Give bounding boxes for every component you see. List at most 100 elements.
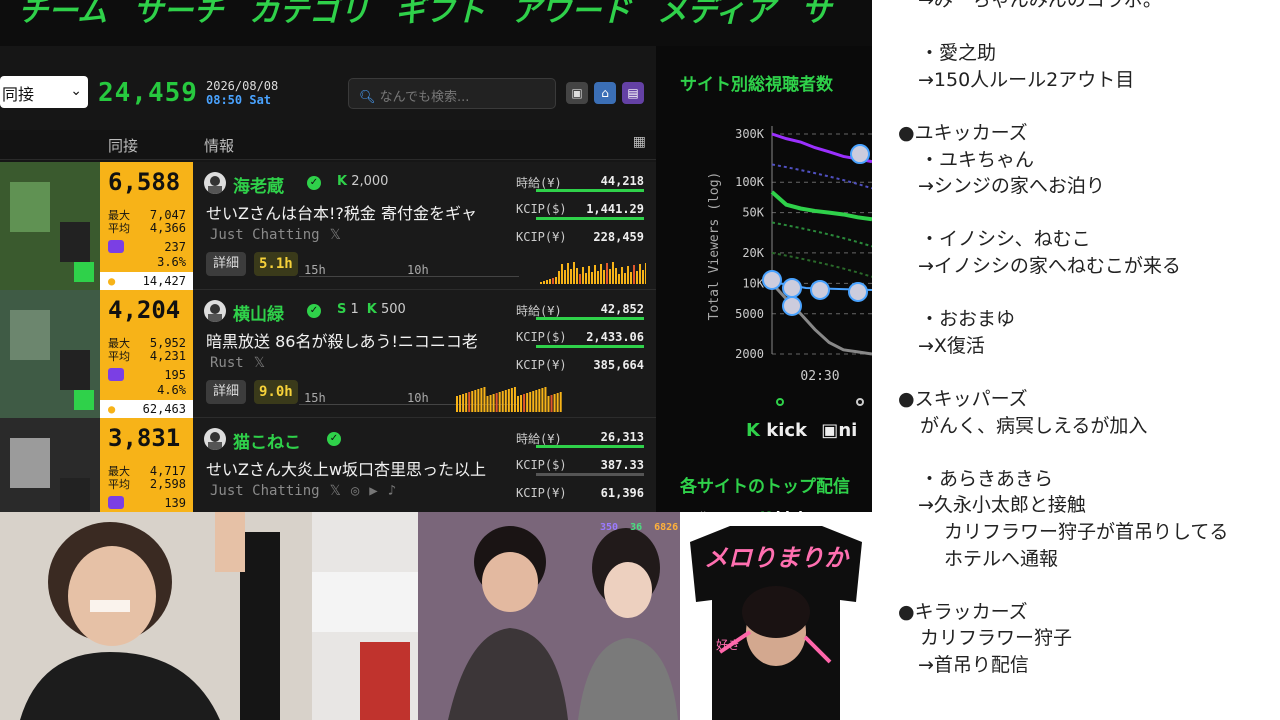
histogram-bar — [486, 396, 489, 412]
stream-title[interactable]: せいZさんは台本!?税金 寄付金をギャ — [206, 200, 506, 224]
instagram-icon[interactable]: ◎ — [351, 483, 359, 499]
kcip-jpy-label: KCIP(¥) — [516, 230, 567, 244]
streamer-name[interactable]: 海老蔵 — [233, 172, 284, 197]
streamer-avatar-marker[interactable] — [782, 295, 802, 316]
chart-legend: K kick ▣ni — [746, 420, 857, 441]
table-row[interactable]: 4,204 最大 5,952 平均 4,231 195 4.6% ● 62,463 横山緑 ✓ S 1… — [0, 290, 656, 418]
niconico-icon[interactable]: ▣ — [566, 82, 588, 104]
stat-3: 6826 — [654, 522, 679, 533]
badges: ✓ — [327, 430, 349, 446]
x-icon[interactable]: 𝕏 — [330, 483, 341, 499]
note-line: →X復活 — [918, 334, 985, 357]
avatar[interactable] — [204, 172, 226, 194]
stream-title[interactable]: せいZさん大炎上w坂口杏里思った以上 — [206, 456, 506, 480]
max-label: 最大 — [108, 465, 130, 478]
streamer-avatar-marker[interactable] — [848, 281, 868, 302]
nav-item[interactable]: サ — [801, 0, 831, 30]
avatar[interactable] — [204, 428, 226, 450]
date-text: 2026/08/08 — [206, 79, 279, 93]
streamer-name[interactable]: 猫こねこ — [233, 428, 301, 453]
x-icon[interactable]: 𝕏 — [254, 355, 265, 371]
twitch-icon[interactable]: ▤ — [622, 82, 644, 104]
chat-icon — [108, 368, 124, 381]
histogram-bar — [468, 392, 471, 412]
avatar[interactable] — [204, 300, 226, 322]
histogram-bar — [552, 278, 554, 284]
viewer-stats: 6,588 最大 7,047 平均 4,366 237 3.6% ● 14,427 — [100, 162, 193, 290]
streamer-avatar-marker[interactable] — [782, 277, 802, 298]
youtube-icon[interactable]: ▶ — [369, 483, 377, 499]
legend-marker — [776, 398, 784, 406]
stream-ranking-app: チーム サーチ カテゴリ ギフト アワード メディアサ 同接 ⌄ 24,459 2026/0… — [0, 0, 872, 720]
y-tick-label: 20K — [742, 246, 764, 260]
nav-item[interactable]: カテゴリ — [249, 0, 369, 30]
note-line: カリフラワー狩子が首吊りしてる — [944, 521, 1229, 543]
nav-item[interactable]: サーチ — [133, 0, 223, 30]
viewer-stats: 4,204 最大 5,952 平均 4,231 195 4.6% ● 62,463 — [100, 290, 193, 418]
histogram-bar — [636, 271, 638, 284]
detail-button[interactable]: 詳細 — [206, 380, 247, 404]
histogram-bar — [576, 268, 578, 284]
home-icon[interactable]: ⌂ — [594, 82, 616, 104]
category-label[interactable]: Rust — [210, 355, 244, 371]
histogram-bar — [526, 393, 529, 412]
y-tick-label: 100K — [735, 175, 765, 189]
histogram-bar — [555, 277, 557, 284]
nav-item[interactable]: ギフト — [395, 0, 485, 30]
top-streams-title: 各サイトのトップ配信 — [680, 477, 850, 497]
histogram-bar — [462, 394, 465, 412]
streamer-avatar-marker[interactable] — [762, 269, 782, 290]
webcam-couple: 350 36 6826 — [418, 512, 680, 720]
category-label[interactable]: Just Chatting — [210, 483, 320, 499]
legend-ni[interactable]: ni — [838, 420, 857, 441]
histogram-bar — [561, 264, 563, 284]
histogram-bar — [532, 391, 535, 412]
category-label[interactable]: Just Chatting — [210, 227, 320, 243]
table-row[interactable]: 6,588 最大 7,047 平均 4,366 237 3.6% ● 14,427 海老蔵 ✓ K 2… — [0, 162, 656, 290]
kcip-jpy-label: KCIP(¥) — [516, 358, 567, 372]
legend-marker — [856, 398, 864, 406]
y-axis-label: Total Viewers (log) — [707, 172, 722, 321]
webcam-woman — [0, 512, 418, 720]
nav-item[interactable]: チーム — [18, 0, 107, 30]
activity-histogram — [456, 387, 562, 412]
stream-thumbnail[interactable] — [0, 290, 100, 418]
chat-count: 195 — [164, 368, 186, 382]
note-line: →イノシシの家へねむこが来る — [918, 255, 1181, 277]
category: Just Chatting 𝕏 ◎ ▶ ♪ — [210, 483, 396, 499]
note-line: →首吊り配信 — [918, 654, 1029, 676]
sort-select[interactable]: 同接 ⌄ — [0, 76, 88, 108]
wage-value: 42,852 — [600, 302, 644, 316]
stream-title[interactable]: 暗黒放送 86名が殺しあう!ニコニコ老 — [206, 328, 506, 352]
x-icon[interactable]: 𝕏 — [330, 227, 341, 243]
streamer-avatar-marker[interactable] — [850, 144, 870, 165]
nav-item[interactable]: メディア — [657, 0, 775, 30]
legend-kick[interactable]: kick — [766, 420, 807, 441]
nav-item[interactable]: アワード — [511, 0, 631, 30]
webcam-woman-image — [0, 512, 418, 720]
panel-title: サイト別総視聴者数 — [680, 75, 833, 95]
histogram-bar — [612, 262, 614, 284]
search-input[interactable]: 🔍︎ なんでも検索... — [348, 78, 556, 109]
histogram-bar — [523, 394, 526, 412]
histogram-bar — [556, 393, 559, 412]
histogram-bar — [541, 388, 544, 412]
category: Rust 𝕏 — [210, 355, 265, 371]
datetime: 2026/08/08 08:50 Sat — [206, 79, 278, 107]
streamer-avatar-marker[interactable] — [810, 279, 830, 300]
kcip-usd-value: 2,433.06 — [586, 330, 644, 344]
streamer-name[interactable]: 横山緑 — [233, 300, 284, 325]
stream-hours: 5.1h — [254, 252, 298, 276]
site-viewers-panel: サイト別総視聴者数 Total Viewers (log) 300K 100K 50K… — [656, 46, 872, 516]
kick-icon: K — [337, 174, 348, 189]
histogram-bar — [600, 264, 602, 284]
tiktok-icon[interactable]: ♪ — [388, 483, 396, 499]
col-viewers[interactable]: 同接 — [108, 135, 138, 156]
minor-series-line — [771, 163, 872, 190]
detail-button[interactable]: 詳細 — [206, 252, 247, 276]
note-line: →久永小太郎と接触 — [918, 494, 1086, 517]
stream-thumbnail[interactable] — [0, 162, 100, 290]
viewer-count: 3,831 — [108, 424, 181, 452]
calendar-icon[interactable]: ▦ — [633, 134, 646, 150]
note-line: ・おおまゆ — [920, 308, 1016, 331]
